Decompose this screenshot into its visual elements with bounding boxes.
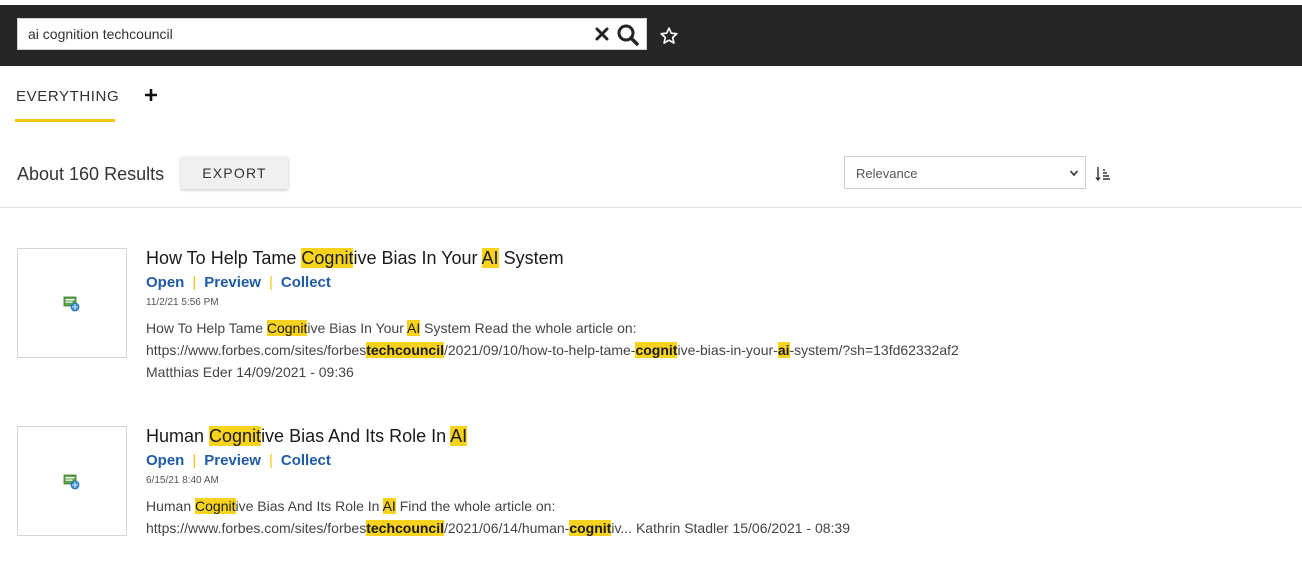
html-file-icon: [63, 296, 80, 312]
result-title[interactable]: Human Cognitive Bias And Its Role In AI: [146, 426, 468, 447]
snippet-line: Human Cognitive Bias And Its Role In AI …: [146, 495, 1146, 517]
sort-select[interactable]: Relevance: [844, 156, 1086, 189]
title-highlight: AI: [481, 248, 499, 268]
top-search-bar: [0, 0, 1302, 66]
sort-descending-icon[interactable]: [1095, 166, 1111, 182]
title-text: How To Help Tame: [146, 248, 302, 268]
snippet-text: How To Help Tame: [146, 320, 267, 336]
title-text: ive Bias And Its Role In: [261, 426, 451, 446]
result-actions: Open | Preview | Collect: [146, 452, 331, 469]
snippet-text: ive Bias In Your: [307, 320, 407, 336]
snippet-text: iv... Kathrin Stadler 15/06/2021 - 08:39: [611, 520, 850, 536]
search-icon[interactable]: [616, 23, 640, 47]
snippet-highlight: techcouncil: [366, 520, 444, 536]
open-link[interactable]: Open: [146, 274, 184, 291]
snippet-text: /2021/09/10/how-to-help-tame-: [444, 342, 636, 358]
title-text: ive Bias In Your: [353, 248, 482, 268]
preview-link[interactable]: Preview: [204, 274, 261, 291]
export-button[interactable]: EXPORT: [181, 157, 288, 189]
result-snippet: Human Cognitive Bias And Its Role In AI …: [146, 495, 1146, 539]
snippet-text: https://www.forbes.com/sites/forbes: [146, 520, 367, 536]
result-actions: Open | Preview | Collect: [146, 274, 331, 291]
result-thumbnail[interactable]: [17, 426, 127, 536]
snippet-highlight: techcouncil: [366, 342, 444, 358]
snippet-highlight: ai: [777, 342, 790, 358]
snippet-text: https://www.forbes.com/sites/forbes: [146, 342, 367, 358]
result-item: How To Help Tame Cognitive Bias In Your …: [0, 248, 1302, 380]
plus-icon[interactable]: [144, 88, 158, 102]
snippet-highlight: AI: [382, 498, 396, 514]
snippet-line: How To Help Tame Cognitive Bias In Your …: [146, 317, 1146, 339]
result-snippet: How To Help Tame Cognitive Bias In Your …: [146, 317, 1146, 383]
title-highlight: Cognit: [209, 426, 262, 446]
action-separator: |: [268, 274, 273, 291]
snippet-highlight: Cognit: [266, 320, 308, 336]
snippet-text: Find the whole article on:: [395, 498, 556, 514]
action-separator: |: [192, 274, 197, 291]
snippet-highlight: cognit: [569, 520, 612, 536]
title-highlight: AI: [450, 426, 468, 446]
html-file-icon: [63, 474, 80, 490]
snippet-line: Matthias Eder 14/09/2021 - 09:36: [146, 364, 354, 380]
result-title[interactable]: How To Help Tame Cognitive Bias In Your …: [146, 248, 564, 269]
result-date: 11/2/21 5:56 PM: [146, 297, 219, 308]
sort-select-value: Relevance: [856, 166, 918, 181]
chevron-down-icon: [1069, 170, 1079, 177]
snippet-line: https://www.forbes.com/sites/forbestechc…: [146, 517, 1146, 539]
result-date: 6/15/21 8:40 AM: [146, 475, 219, 486]
snippet-text: /2021/06/14/human-: [444, 520, 570, 536]
search-input[interactable]: [28, 19, 588, 49]
snippet-text: Human: [146, 498, 196, 514]
snippet-highlight: AI: [406, 320, 421, 336]
collect-link[interactable]: Collect: [281, 274, 331, 291]
snippet-text: -system/?sh=13fd62332af2: [789, 342, 959, 358]
snippet-line: https://www.forbes.com/sites/forbestechc…: [146, 339, 1146, 361]
action-separator: |: [192, 452, 197, 469]
results-count: About 160 Results: [17, 164, 165, 184]
snippet-highlight: Cognit: [195, 498, 236, 514]
title-text: System: [498, 248, 564, 268]
title-text: Human: [146, 426, 210, 446]
search-box[interactable]: [17, 18, 647, 50]
title-highlight: Cognit: [301, 248, 354, 268]
collect-link[interactable]: Collect: [281, 452, 331, 469]
close-icon[interactable]: [595, 27, 609, 41]
snippet-text: ive Bias And Its Role In: [235, 498, 383, 514]
active-tab-indicator: [15, 119, 115, 122]
header-divider: [0, 207, 1302, 208]
action-separator: |: [268, 452, 273, 469]
snippet-highlight: cognit: [635, 342, 678, 358]
result-thumbnail[interactable]: [17, 248, 127, 358]
result-item: Human Cognitive Bias And Its Role In AI …: [0, 426, 1302, 538]
preview-link[interactable]: Preview: [204, 452, 261, 469]
top-strip: [0, 0, 1302, 5]
open-link[interactable]: Open: [146, 452, 184, 469]
star-outline-icon[interactable]: [659, 26, 679, 46]
tab-everything[interactable]: EVERYTHING: [16, 88, 119, 105]
snippet-text: System Read the whole article on:: [420, 320, 637, 336]
snippet-text: ive-bias-in-your-: [677, 342, 778, 358]
